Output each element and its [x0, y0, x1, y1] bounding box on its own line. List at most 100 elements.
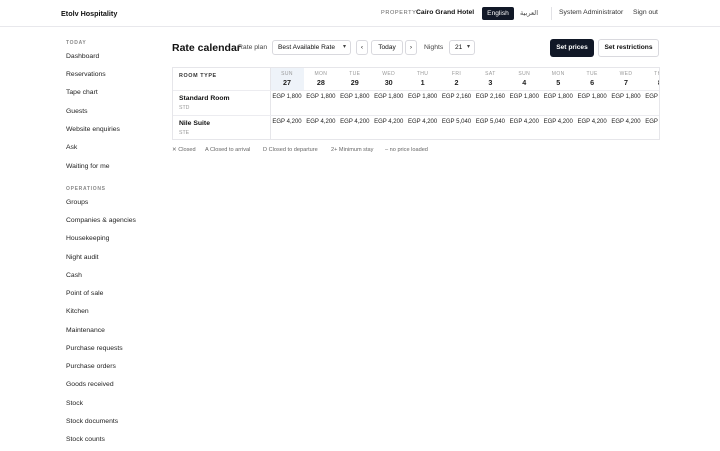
day-header: THU8	[643, 71, 659, 87]
sidebar-item-purchase-orders[interactable]: Purchase orders	[66, 363, 116, 370]
price-cell[interactable]: EGP 1,800	[270, 94, 304, 100]
sidebar-item-tape-chart[interactable]: Tape chart	[66, 89, 98, 96]
day-number: 29	[350, 78, 359, 87]
day-number: 5	[556, 78, 561, 87]
sidebar-item-maintenance[interactable]: Maintenance	[66, 327, 105, 334]
day-of-week: SUN	[518, 71, 531, 77]
day-number: 1	[420, 78, 425, 87]
legend-minimum-stay: 2+ Minimum stay	[331, 147, 374, 153]
day-number: 28	[316, 78, 325, 87]
brand-logo[interactable]: Etolv Hospitality	[61, 9, 117, 18]
header-divider	[173, 90, 659, 91]
day-header: SUN 4	[507, 71, 541, 87]
day-header: SAT 3	[473, 71, 507, 87]
rate-plan-select[interactable]: Best Available Rate ▾	[272, 40, 351, 55]
nights-label: Nights	[424, 44, 444, 51]
day-number: 3	[488, 78, 493, 87]
room-code-standard: STD	[179, 105, 190, 111]
day-header: TUE 6	[575, 71, 609, 87]
property-label: PROPERTY	[381, 10, 417, 16]
day-header: MON 28	[304, 71, 338, 87]
price-cell[interactable]: EGP 5,040	[473, 119, 507, 125]
sidebar-item-ask[interactable]: Ask	[66, 144, 77, 151]
price-cell[interactable]: EGP 1,800	[507, 94, 541, 100]
day-number: 27	[283, 78, 291, 87]
rate-plan-value: Best Available Rate	[278, 44, 336, 51]
price-cell[interactable]: EGP 2,160	[440, 94, 474, 100]
today-button[interactable]: Today	[371, 40, 403, 55]
sidebar-item-night-audit[interactable]: Night audit	[66, 254, 99, 261]
price-cell[interactable]: EGP 1,800	[643, 94, 659, 100]
room-code-suite: STE	[179, 130, 190, 136]
sidebar-section-operations: OPERATIONS	[66, 186, 106, 192]
legend-closed-to-departure: D Closed to departure	[263, 147, 318, 153]
chevron-right-icon: ›	[409, 44, 413, 51]
price-cell[interactable]: EGP 4,200	[406, 119, 440, 125]
price-cell[interactable]: EGP 1,800	[338, 94, 372, 100]
chevron-left-icon: ‹	[360, 44, 364, 51]
sign-out-link[interactable]: Sign out	[633, 9, 658, 16]
sidebar-item-cash[interactable]: Cash	[66, 272, 82, 279]
price-cell[interactable]: EGP 4,200	[541, 119, 575, 125]
day-header: MON 5	[541, 71, 575, 87]
price-cell[interactable]: EGP 1,800	[575, 94, 609, 100]
price-cell[interactable]: EGP 2,160	[473, 94, 507, 100]
price-cell[interactable]: EGP 4,200	[575, 119, 609, 125]
price-cell[interactable]: EGP 4,200	[372, 119, 406, 125]
row-divider	[173, 115, 659, 116]
price-cell[interactable]: EGP 1,800	[372, 94, 406, 100]
next-period-button[interactable]: ›	[405, 40, 417, 55]
sidebar-item-goods-received[interactable]: Goods received	[66, 381, 114, 388]
sidebar-item-stock-documents[interactable]: Stock documents	[66, 418, 118, 425]
price-cell[interactable]: EGP 4,200	[609, 119, 643, 125]
sidebar-item-point-of-sale[interactable]: Point of sale	[66, 290, 103, 297]
price-cell[interactable]: EGP 1,800	[609, 94, 643, 100]
day-of-week: TUE	[349, 71, 361, 77]
price-cell[interactable]: EGP 1,800	[541, 94, 575, 100]
chevron-down-icon: ▾	[342, 44, 346, 50]
day-number: 6	[590, 78, 595, 87]
chevron-down-icon: ▾	[466, 44, 470, 50]
price-cell[interactable]: EGP 4,200	[270, 119, 304, 125]
price-cell[interactable]: EGP 1,800	[304, 94, 338, 100]
property-name[interactable]: Cairo Grand Hotel	[416, 9, 474, 16]
rate-plan-label: Rate plan	[238, 44, 268, 51]
sidebar-item-guests[interactable]: Guests	[66, 108, 88, 115]
price-cell[interactable]: EGP 4,200	[507, 119, 541, 125]
sidebar-item-groups[interactable]: Groups	[66, 199, 88, 206]
room-type-header: ROOM TYPE	[179, 73, 217, 79]
sidebar-item-reservations[interactable]: Reservations	[66, 71, 106, 78]
sidebar-item-purchase-requests[interactable]: Purchase requests	[66, 345, 123, 352]
day-header: WED 30	[372, 71, 406, 87]
sidebar-item-website-enquiries[interactable]: Website enquiries	[66, 126, 120, 133]
price-cell[interactable]: EGP 5,040	[440, 119, 474, 125]
legend-no-price: – no price loaded	[385, 147, 428, 153]
set-prices-button[interactable]: Set prices	[550, 39, 594, 57]
price-cell[interactable]: EGP 4,200	[338, 119, 372, 125]
sidebar-item-dashboard[interactable]: Dashboard	[66, 53, 99, 60]
user-name[interactable]: System Administrator	[559, 9, 623, 16]
day-number: 7	[624, 78, 628, 87]
language-english-button[interactable]: English	[482, 7, 514, 20]
price-cell[interactable]: EGP 4,200	[643, 119, 659, 125]
legend-closed-to-arrival: A Closed to arrival	[205, 147, 251, 153]
sidebar-item-waiting-for-me[interactable]: Waiting for me	[66, 163, 110, 170]
sidebar-item-kitchen[interactable]: Kitchen	[66, 308, 89, 315]
day-header: THU 1	[406, 71, 440, 87]
sidebar-item-housekeeping[interactable]: Housekeeping	[66, 235, 109, 242]
language-arabic-button[interactable]: العربية	[520, 9, 538, 17]
room-name-standard[interactable]: Standard Room	[179, 95, 230, 102]
set-restrictions-button[interactable]: Set restrictions	[598, 39, 659, 57]
price-cell[interactable]: EGP 4,200	[304, 119, 338, 125]
day-header: FRI 2	[440, 71, 474, 87]
day-of-week: WED	[619, 71, 633, 77]
nights-select[interactable]: 21 ▾	[449, 40, 475, 55]
room-name-suite[interactable]: Nile Suite	[179, 120, 210, 127]
previous-period-button[interactable]: ‹	[356, 40, 368, 55]
page-title: Rate calendar	[172, 42, 241, 54]
legend-closed: ✕ Closed	[172, 147, 196, 153]
sidebar-item-stock-counts[interactable]: Stock counts	[66, 436, 105, 443]
sidebar-item-companies-agencies[interactable]: Companies & agencies	[66, 217, 136, 224]
price-cell[interactable]: EGP 1,800	[406, 94, 440, 100]
sidebar-item-stock[interactable]: Stock	[66, 400, 83, 407]
